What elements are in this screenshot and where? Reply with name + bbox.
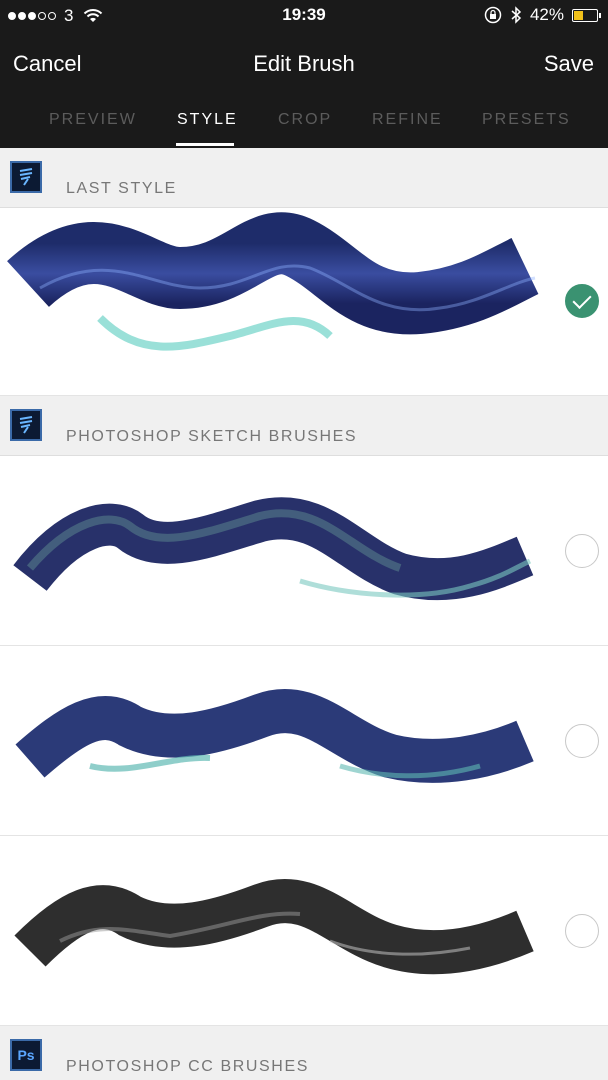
status-bar: 3 19:39 42%	[0, 0, 608, 32]
sketch-brush-icon	[10, 161, 42, 193]
bluetooth-icon	[511, 6, 522, 24]
brush-stroke-preview	[13, 497, 534, 601]
tab-bar: PREVIEW STYLE CROP REFINE PRESETS	[0, 94, 608, 148]
brush-option-last-style[interactable]	[0, 208, 608, 396]
sketch-brush-icon	[10, 409, 42, 441]
selected-checkmark-icon[interactable]	[565, 284, 599, 318]
section-header-sketch-brushes: PHOTOSHOP SKETCH BRUSHES	[0, 396, 608, 456]
rotation-lock-icon	[484, 6, 502, 24]
radio-button[interactable]	[565, 914, 599, 948]
photoshop-icon: Ps	[10, 1039, 42, 1071]
section-label: PHOTOSHOP SKETCH BRUSHES	[66, 428, 358, 445]
brush-stroke-preview	[7, 212, 539, 351]
active-tab-indicator	[176, 143, 234, 146]
brush-option-sketch-2[interactable]	[0, 646, 608, 836]
brush-stroke-preview	[14, 879, 534, 975]
cancel-button[interactable]: Cancel	[13, 51, 81, 77]
tab-preview[interactable]: PREVIEW	[49, 111, 137, 129]
battery-percent: 42%	[529, 5, 564, 24]
tab-refine[interactable]: REFINE	[372, 111, 443, 129]
brush-option-sketch-3[interactable]	[0, 836, 608, 1026]
tab-style[interactable]: STYLE	[177, 111, 238, 129]
tab-presets[interactable]: PRESETS	[482, 111, 571, 129]
radio-button[interactable]	[565, 724, 599, 758]
tab-crop[interactable]: CROP	[278, 111, 332, 129]
section-header-last-style: LAST STYLE	[0, 148, 608, 208]
page-title: Edit Brush	[253, 51, 355, 76]
section-header-cc-brushes: Ps PHOTOSHOP CC BRUSHES	[0, 1026, 608, 1080]
battery-icon	[572, 8, 601, 22]
brush-option-sketch-1[interactable]	[0, 456, 608, 646]
section-label: PHOTOSHOP CC BRUSHES	[66, 1058, 310, 1075]
radio-button[interactable]	[565, 534, 599, 568]
nav-bar: Cancel Edit Brush Save	[0, 32, 608, 94]
section-label: LAST STYLE	[66, 180, 177, 197]
brush-stroke-preview	[15, 689, 534, 783]
save-button[interactable]: Save	[544, 51, 594, 77]
